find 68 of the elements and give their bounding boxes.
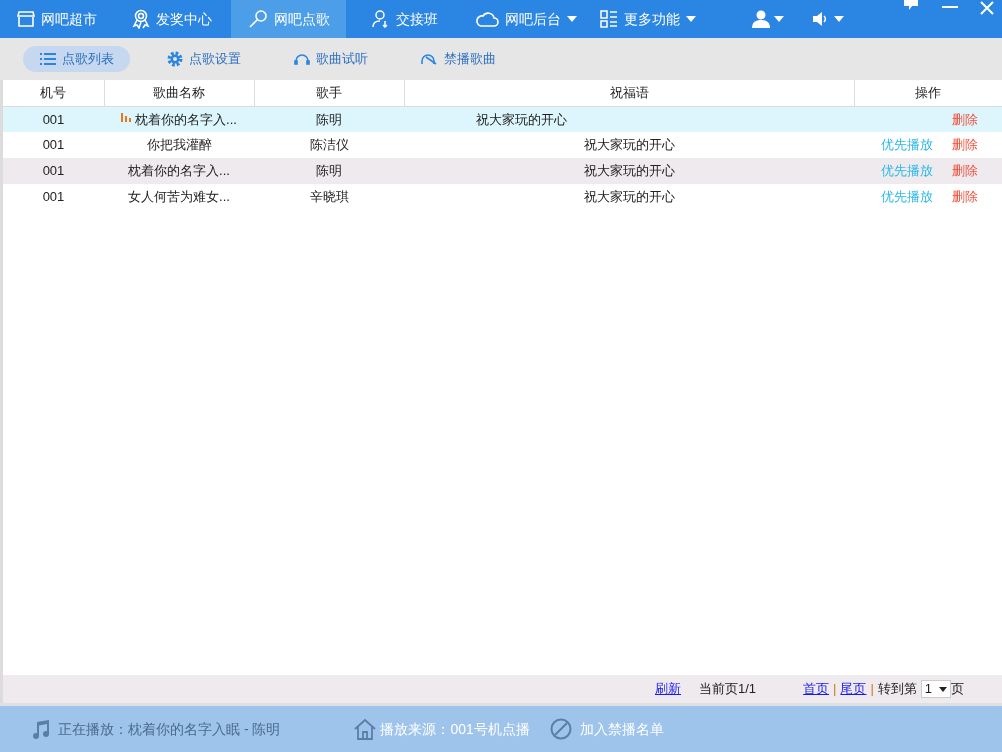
store-icon [16,11,35,27]
headphones-icon [293,53,310,65]
nav-tab[interactable]: 更多功能 [589,0,707,38]
cloud-icon [475,10,499,28]
close-icon[interactable] [980,1,994,15]
singer-name: 辛晓琪 [309,189,349,205]
machine-number: 001 [42,163,65,179]
playing-bars-icon [121,112,132,122]
separator-text: | [833,680,837,699]
sub-tab[interactable]: 点歌设置 [150,46,257,72]
nav-tab[interactable]: 网吧超市 [0,0,113,38]
refresh-link[interactable]: 刷新 [655,679,681,699]
now-playing-text: 正在播放：枕着你的名字入眠 - 陈明 [58,719,281,739]
machine-number: 001 [42,189,65,205]
banned-headphones-icon [419,53,438,65]
column-header: 机号 [3,80,104,106]
home-icon [354,718,377,740]
song-title: 你把我灌醉 [146,137,212,153]
page-select[interactable]: 1 [920,680,951,698]
machine-number: 001 [42,111,65,127]
delete-link[interactable]: 删除 [952,163,978,179]
delete-link[interactable]: 删除 [952,189,978,205]
singer-name: 陈明 [316,111,342,127]
column-header: 歌曲名称 [104,80,254,106]
play-source-text: 播放来源：001号机点播 [380,719,530,739]
column-header: 操作 [854,80,1002,106]
sub-tab[interactable]: 歌曲试听 [277,46,384,72]
greeting-message: 祝大家玩的开心 [476,111,567,127]
nav-tab[interactable]: 网吧后台 [463,0,589,38]
caret-icon [938,686,947,692]
delete-link[interactable]: 删除 [952,137,978,153]
greeting-message: 祝大家玩的开心 [583,137,675,153]
nav-tab[interactable]: 网吧点歌 [231,0,346,38]
machine-number: 001 [42,137,65,153]
separator-text: | [870,680,874,699]
column-header: 祝福语 [404,80,854,106]
list-icon [39,52,56,66]
song-title: 枕着你的名字入... [128,163,230,179]
song-title: 枕着你的名字入... [135,111,237,127]
caret-icon [774,16,784,22]
chat-icon[interactable] [904,0,918,10]
nav-tab[interactable]: 交接班 [346,0,463,38]
page-indicator: 当前页1/1 [699,680,757,699]
singer-name: 陈明 [316,163,342,179]
music-note-icon [32,719,50,739]
page-unit: 页 [950,680,964,699]
last-page-link[interactable]: 尾页 [840,679,867,699]
sub-tab[interactable]: 禁播歌曲 [404,46,511,72]
first-page-link[interactable]: 首页 [803,679,830,699]
priority-play-link[interactable]: 优先播放 [881,189,933,205]
award-icon [132,9,150,29]
grid-icon [600,10,618,28]
column-header: 歌手 [254,80,404,106]
greeting-message: 祝大家玩的开心 [583,163,675,179]
gear-icon [166,51,183,67]
delete-link[interactable]: 删除 [952,111,978,127]
singer-name: 陈洁仪 [309,137,349,153]
greeting-message: 祝大家玩的开心 [583,189,675,205]
caret-icon [834,16,844,22]
goto-label: 转到第 [877,680,917,699]
priority-play-link[interactable]: 优先播放 [881,163,933,179]
user-icon [371,10,390,28]
user-icon[interactable] [752,10,770,28]
sub-tab[interactable]: 点歌列表 [23,46,130,72]
priority-play-link[interactable]: 优先播放 [881,137,933,153]
song-title: 女人何苦为难女... [128,189,230,205]
nav-tab[interactable]: 发奖中心 [113,0,231,38]
prohibited-icon[interactable] [549,718,572,740]
